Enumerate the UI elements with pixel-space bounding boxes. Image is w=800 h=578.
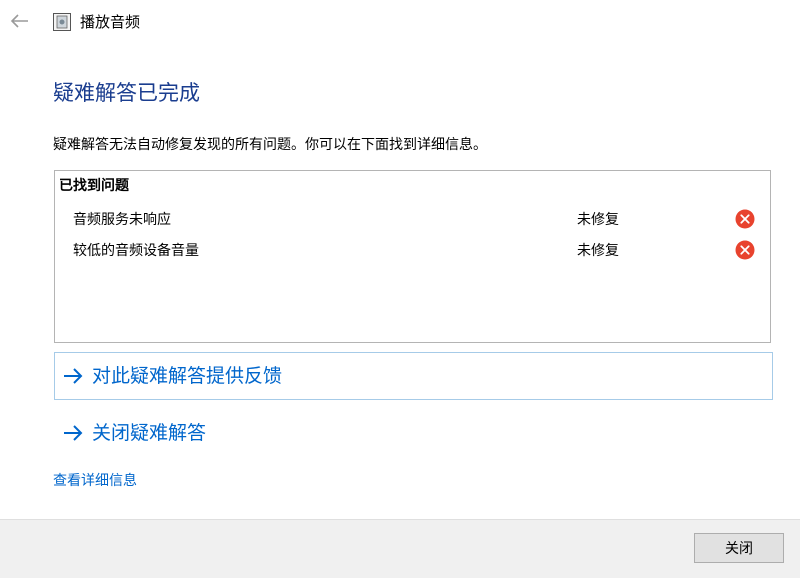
arrow-right-icon: [64, 368, 83, 384]
troubleshooter-app-icon: [53, 13, 71, 31]
problems-list: 已找到问题 音频服务未响应 未修复 较低的音频设备音量 未修复: [54, 170, 771, 343]
feedback-link[interactable]: 对此疑难解答提供反馈: [54, 352, 773, 400]
feedback-link-label: 对此疑难解答提供反馈: [92, 365, 283, 387]
close-troubleshooter-label: 关闭疑难解答: [92, 422, 207, 444]
footer-bar: 关闭: [0, 519, 800, 578]
troubleshooter-window: 播放音频 疑难解答已完成 疑难解答无法自动修复发现的所有问题。你可以在下面找到详…: [0, 0, 800, 578]
view-details-link[interactable]: 查看详细信息: [53, 470, 137, 492]
problem-status: 未修复: [577, 243, 619, 259]
problem-status: 未修复: [577, 212, 619, 228]
problem-row[interactable]: 较低的音频设备音量 未修复: [55, 236, 770, 266]
error-x-icon: [735, 209, 755, 229]
error-x-icon: [735, 240, 755, 260]
problem-name: 音频服务未响应: [73, 212, 171, 228]
close-button[interactable]: 关闭: [694, 533, 784, 563]
back-button[interactable]: [6, 8, 34, 34]
window-title: 播放音频: [80, 13, 141, 31]
problem-name: 较低的音频设备音量: [73, 243, 199, 259]
page-description: 疑难解答无法自动修复发现的所有问题。你可以在下面找到详细信息。: [53, 137, 487, 153]
arrow-right-icon: [64, 425, 83, 441]
title-bar: 播放音频: [0, 0, 800, 44]
close-troubleshooter-link[interactable]: 关闭疑难解答: [54, 410, 773, 456]
page-heading: 疑难解答已完成: [53, 81, 200, 105]
problems-header: 已找到问题: [59, 178, 129, 194]
back-arrow-icon: [10, 14, 28, 28]
problem-row[interactable]: 音频服务未响应 未修复: [55, 205, 770, 235]
